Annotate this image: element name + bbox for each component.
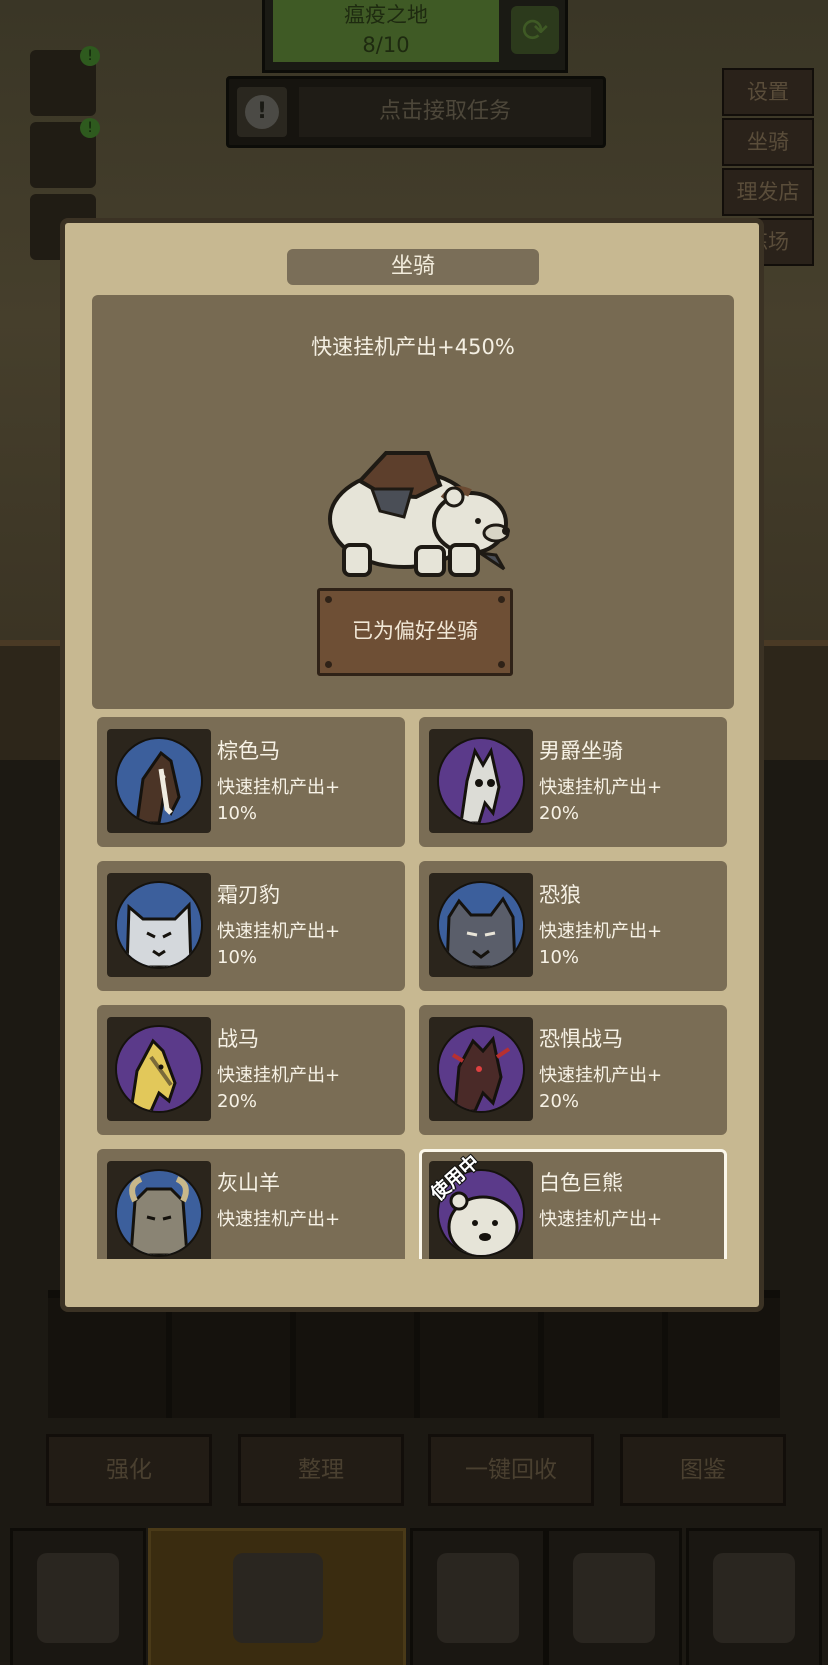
gem-icon[interactable]: !: [30, 118, 100, 188]
mount-name: 恐惧战马: [539, 1027, 623, 1051]
amulet-slot[interactable]: [410, 1528, 546, 1665]
gray-goat-icon: [115, 1169, 203, 1257]
mount-card-warhorse[interactable]: 战马 快速挂机产出+ 20%: [97, 1005, 405, 1135]
brown-horse-icon: [115, 737, 203, 825]
mount-bonus: 快速挂机产出+: [539, 1209, 663, 1230]
star-icon[interactable]: !: [30, 46, 100, 116]
stage-name: 瘟疫之地: [344, 3, 428, 27]
favorite-label: 已为偏好坐骑: [352, 619, 478, 643]
armor-icon: [233, 1553, 323, 1643]
task-label: 点击接取任务: [299, 87, 591, 137]
mount-modal: 坐骑 快速挂机产出+450% 已为偏好坐骑 棕色马 快速挂机产出+ 10% 男爵…: [60, 218, 764, 1312]
current-bonus: 快速挂机产出+450%: [311, 335, 515, 359]
frost-leopard-icon: [115, 881, 203, 969]
chest-slot[interactable]: [686, 1528, 822, 1665]
ring-slot[interactable]: [10, 1528, 146, 1665]
mount-name: 男爵坐骑: [539, 739, 623, 763]
enhance-button[interactable]: 强化: [46, 1434, 212, 1506]
alert-icon: !: [237, 87, 287, 137]
mount-card-brown-horse[interactable]: 棕色马 快速挂机产出+ 10%: [97, 717, 405, 847]
mount-bonus: 快速挂机产出+ 20%: [539, 1065, 663, 1112]
mount-name: 棕色马: [217, 739, 280, 763]
mount-card-dire-wolf[interactable]: 恐狼 快速挂机产出+ 10%: [419, 861, 727, 991]
task-bar[interactable]: ! 点击接取任务: [226, 76, 606, 148]
amulet-icon: [437, 1553, 519, 1643]
favorite-mount-button[interactable]: 已为偏好坐骑: [317, 588, 513, 676]
dire-wolf-icon: [437, 881, 525, 969]
ghost-horse-icon: [437, 737, 525, 825]
settings-button[interactable]: 设置: [722, 68, 814, 116]
mount-card-frostblade-leopard[interactable]: 霜刃豹 快速挂机产出+ 10%: [97, 861, 405, 991]
recycle-all-button[interactable]: 一键回收: [428, 1434, 594, 1506]
chest-icon: [713, 1553, 795, 1643]
armor-slot[interactable]: [148, 1528, 406, 1665]
refresh-icon[interactable]: ⟳: [511, 6, 559, 54]
mount-bonus: 快速挂机产出+ 10%: [539, 921, 663, 968]
mount-name: 白色巨熊: [539, 1171, 623, 1195]
ring-icon: [37, 1553, 119, 1643]
mount-card-baron-mount[interactable]: 男爵坐骑 快速挂机产出+ 20%: [419, 717, 727, 847]
mount-bonus: 快速挂机产出+ 10%: [217, 777, 341, 824]
mount-card-white-bear[interactable]: 使用中 白色巨熊 快速挂机产出+: [419, 1149, 727, 1259]
mount-bonus: 快速挂机产出+ 20%: [217, 1065, 341, 1112]
mount-button[interactable]: 坐骑: [722, 118, 814, 166]
stage-indicator[interactable]: 瘟疫之地 8/10 ⟳: [262, 0, 568, 73]
modal-title: 坐骑: [287, 249, 539, 285]
mount-bonus: 快速挂机产出+: [217, 1209, 341, 1230]
mount-name: 霜刃豹: [217, 883, 280, 907]
codex-button[interactable]: 图鉴: [620, 1434, 786, 1506]
stage-progress: 8/10: [362, 33, 410, 57]
mount-name: 战马: [217, 1027, 259, 1051]
mount-card-gray-goat[interactable]: 灰山羊 快速挂机产出+: [97, 1149, 405, 1259]
dread-horse-icon: [437, 1025, 525, 1113]
organize-button[interactable]: 整理: [238, 1434, 404, 1506]
anvil-slot[interactable]: [546, 1528, 682, 1665]
mount-bonus: 快速挂机产出+ 10%: [217, 921, 341, 968]
anvil-icon: [573, 1553, 655, 1643]
white-bear-icon: [328, 451, 510, 577]
mount-bonus: 快速挂机产出+ 20%: [539, 777, 663, 824]
mount-name: 灰山羊: [217, 1171, 280, 1195]
mount-name: 恐狼: [539, 883, 581, 907]
barber-button[interactable]: 理发店: [722, 168, 814, 216]
mount-card-dread-warhorse[interactable]: 恐惧战马 快速挂机产出+ 20%: [419, 1005, 727, 1135]
selected-mount-panel: 快速挂机产出+450% 已为偏好坐骑: [92, 295, 734, 709]
mount-list[interactable]: 棕色马 快速挂机产出+ 10% 男爵坐骑 快速挂机产出+ 20% 霜刃豹 快速挂机产…: [97, 717, 739, 1259]
warhorse-icon: [115, 1025, 203, 1113]
